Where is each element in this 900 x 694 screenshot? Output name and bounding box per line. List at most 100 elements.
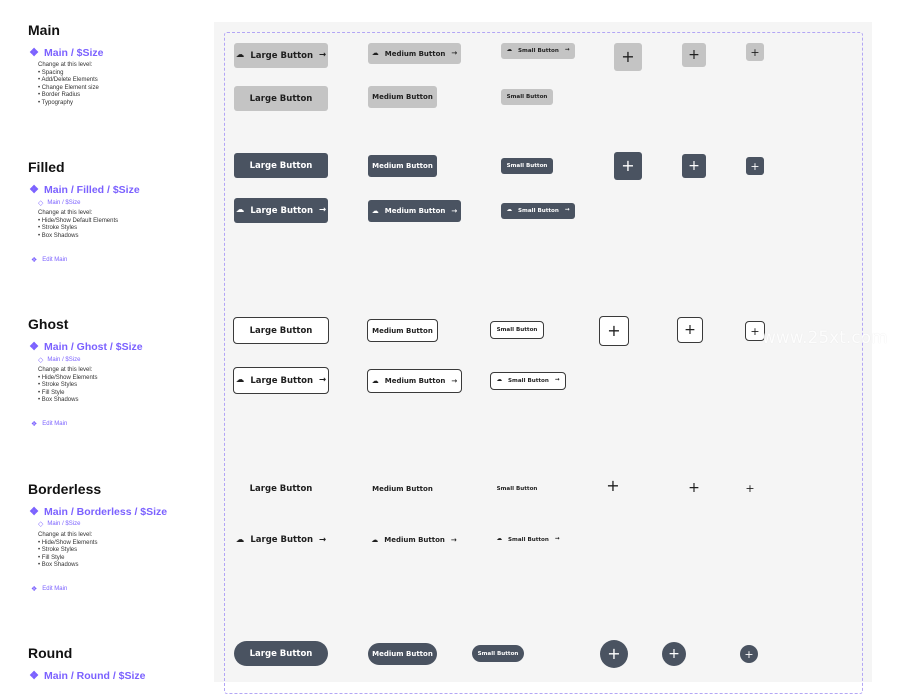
component-label: Main / Ghost / $Size (44, 340, 143, 353)
note-item: Change Element size (38, 85, 99, 93)
note-item: Hide/Show Elements (38, 375, 98, 383)
icon-button-medium-round[interactable]: + (662, 642, 686, 666)
section-title-filled: Filled (28, 159, 65, 175)
small-button-filled-with-icons[interactable]: ☁ Small Button → (501, 203, 575, 219)
component-borderless-size[interactable]: ❖ Main / Borderless / $Size (28, 505, 168, 519)
small-button-borderless[interactable]: Small Button (491, 482, 543, 496)
arrow-right-icon: → (319, 375, 327, 386)
component-diamond-icon: ❖ (31, 421, 38, 428)
plus-icon: + (688, 480, 700, 496)
button-label: Large Button (249, 93, 313, 104)
large-button-borderless-with-icons[interactable]: ☁ Large Button → (236, 531, 327, 549)
button-label: Small Button (506, 94, 548, 100)
icon-button-large-disabled[interactable]: + (614, 43, 642, 71)
plus-icon: + (744, 647, 754, 661)
icon-button-small-round[interactable]: + (740, 645, 758, 663)
medium-button-filled[interactable]: Medium Button (368, 155, 437, 177)
large-button-ghost[interactable]: Large Button (233, 317, 329, 344)
medium-button-disabled-with-icons[interactable]: ☁ Medium Button → (368, 43, 461, 64)
sub-component-main-size[interactable]: ◇ Main / $Size (38, 356, 80, 364)
component-diamond-icon: ❖ (31, 257, 38, 264)
button-label: Large Button (249, 160, 313, 171)
small-button-round[interactable]: Small Button (472, 645, 524, 662)
large-button-disabled[interactable]: Large Button (234, 86, 328, 111)
icon-button-small-disabled[interactable]: + (746, 43, 764, 61)
component-label: Main / Filled / $Size (44, 183, 140, 196)
medium-button-borderless[interactable]: Medium Button (368, 481, 437, 497)
plus-icon: + (606, 476, 620, 495)
edit-main-label: Edit Main (42, 586, 68, 592)
note-item: Stroke Styles (38, 382, 97, 390)
plus-icon: + (607, 644, 621, 663)
large-button-borderless[interactable]: Large Button (234, 480, 328, 498)
sub-component-main-size[interactable]: ◇ Main / $Size (38, 199, 80, 207)
icon-button-large-ghost[interactable]: + (599, 316, 629, 346)
component-diamond-icon: ❖ (29, 47, 39, 59)
edit-main-label: Edit Main (42, 421, 68, 427)
small-button-ghost-with-icons[interactable]: ☁ Small Button → (490, 372, 566, 390)
component-label: Main / Borderless / $Size (44, 505, 168, 518)
button-label: Medium Button (372, 326, 433, 335)
note-item: Box Shadows (38, 233, 118, 241)
icon-button-medium-ghost[interactable]: + (677, 317, 703, 343)
medium-button-ghost-with-icons[interactable]: ☁ Medium Button → (367, 369, 462, 393)
medium-button-ghost[interactable]: Medium Button (367, 319, 438, 342)
change-notes-main: Change at this level: Spacing Add/Delete… (38, 62, 99, 107)
component-round-size[interactable]: ❖ Main / Round / $Size (28, 669, 145, 683)
button-label: Medium Button (384, 207, 446, 215)
button-label: Small Button (518, 48, 559, 54)
small-button-disabled[interactable]: Small Button (501, 89, 553, 105)
button-label: Large Button (250, 375, 314, 386)
instance-diamond-icon: ◇ (38, 521, 44, 528)
component-filled-size[interactable]: ❖ Main / Filled / $Size (28, 183, 140, 197)
component-main-size[interactable]: ❖ Main / $Size (28, 46, 103, 60)
edit-main-label: Edit Main (42, 257, 68, 263)
edit-main-link[interactable]: ❖ Edit Main (31, 585, 67, 593)
medium-button-filled-with-icons[interactable]: ☁ Medium Button → (368, 200, 461, 222)
icon-button-large-borderless[interactable]: + (603, 478, 623, 494)
small-button-disabled-with-icons[interactable]: ☁ Small Button → (501, 43, 575, 59)
large-button-filled[interactable]: Large Button (234, 153, 328, 178)
large-button-filled-with-icons[interactable]: ☁ Large Button → (234, 198, 328, 223)
small-button-filled[interactable]: Small Button (501, 158, 553, 174)
button-label: Small Button (506, 163, 548, 169)
sub-component-main-size[interactable]: ◇ Main / $Size (38, 520, 80, 528)
plus-icon: + (668, 646, 680, 662)
edit-main-link[interactable]: ❖ Edit Main (31, 256, 67, 264)
medium-button-disabled[interactable]: Medium Button (368, 86, 437, 108)
button-label: Large Button (249, 484, 313, 494)
note-item: Stroke Styles (38, 225, 118, 233)
button-label: Large Button (249, 648, 313, 659)
button-label: Medium Button (384, 49, 446, 58)
medium-button-borderless-with-icons[interactable]: ☁ Medium Button → (370, 532, 458, 548)
section-title-borderless: Borderless (28, 481, 102, 497)
small-button-borderless-with-icons[interactable]: ☁ Small Button → (494, 533, 562, 547)
icon-button-small-borderless[interactable]: + (743, 481, 757, 495)
component-ghost-size[interactable]: ❖ Main / Ghost / $Size (28, 340, 143, 354)
note-heading: Change at this level: (38, 532, 93, 538)
large-button-ghost-with-icons[interactable]: ☁ Large Button → (233, 367, 329, 394)
icon-button-medium-borderless[interactable]: + (686, 480, 702, 496)
icon-button-medium-filled[interactable]: + (682, 154, 706, 178)
arrow-right-icon: → (451, 49, 458, 57)
button-label: Large Button (249, 325, 313, 336)
cloud-icon: ☁ (371, 535, 379, 544)
button-label: Large Button (250, 50, 314, 61)
icon-button-large-round[interactable]: + (600, 640, 628, 668)
icon-button-large-filled[interactable]: + (614, 152, 642, 180)
large-button-round[interactable]: Large Button (234, 641, 328, 666)
button-label: Small Button (508, 378, 549, 384)
component-diamond-icon: ❖ (29, 341, 39, 353)
icon-button-medium-disabled[interactable]: + (682, 43, 706, 67)
arrow-right-icon: → (319, 534, 327, 545)
edit-main-link[interactable]: ❖ Edit Main (31, 420, 67, 428)
arrow-right-icon: → (451, 206, 458, 215)
section-title-round: Round (28, 645, 73, 661)
note-item: Hide/Show Default Elements (38, 218, 118, 226)
medium-button-round[interactable]: Medium Button (368, 643, 437, 665)
small-button-ghost[interactable]: Small Button (490, 321, 544, 339)
large-button-disabled-with-icons[interactable]: ☁ Large Button → (234, 43, 328, 68)
icon-button-small-filled[interactable]: + (746, 157, 764, 175)
change-notes-filled: Change at this level: Hide/Show Default … (38, 210, 118, 240)
cloud-icon: ☁ (371, 376, 379, 385)
